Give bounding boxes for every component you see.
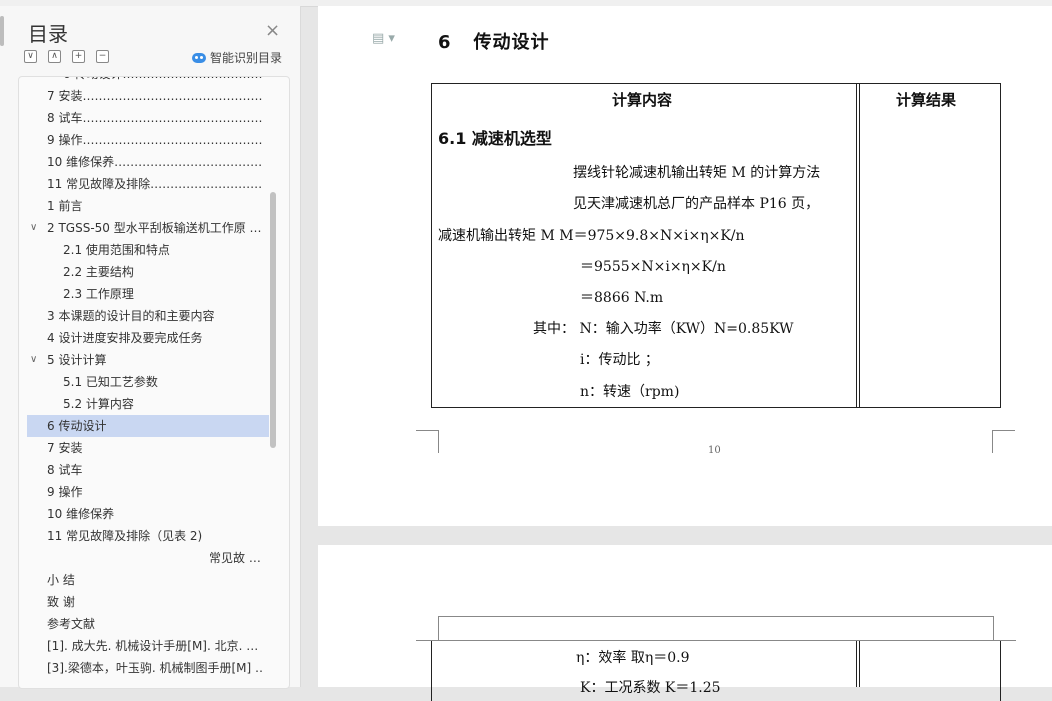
toc-scrollbar[interactable] <box>270 192 276 448</box>
calc-line: n：转速（rpm) <box>580 384 680 400</box>
toc-item-label: 2.1 使用范围和特点 <box>63 243 170 257</box>
toc-item-label: 11 常见故障及排除（见表 2) <box>47 529 203 543</box>
toc-item[interactable]: 4 设计进度安排及要完成任务 <box>27 327 263 349</box>
page-corner-mark <box>416 430 439 453</box>
toc-item[interactable]: 3 本课题的设计目的和主要内容 <box>27 305 263 327</box>
calc-line: 摆线针轮减速机输出转矩 M 的计算方法 <box>573 165 821 181</box>
toc-item-label: 9 操作 <box>47 485 83 499</box>
toc-item-label: 参考文献 <box>47 617 96 631</box>
collapse-all-icon[interactable]: ∨ <box>24 50 37 63</box>
toc-item-label: 11 常见故障及排除……………………………… … <box>47 177 263 191</box>
toc-item[interactable]: 常见故 … <box>27 547 263 569</box>
toc-item[interactable]: ∨ 2 TGSS-50 型水平刮板输送机工作原 … <box>27 217 263 239</box>
calc-line: K：工况系数 K＝1.25 <box>580 680 721 696</box>
toc-item-label: [3].梁德本，叶玉驹. 机械制图手册[M] … <box>47 661 263 675</box>
subheading: 6.1 减速机选型 <box>438 129 552 148</box>
toc-item[interactable]: 7 安装……………………………………………… … <box>27 85 263 107</box>
toc-list[interactable]: 6 传动设计……………………………………… … 7 安装…………………………………… <box>18 76 290 689</box>
toc-item[interactable]: 2.2 主要结构 <box>27 261 263 283</box>
toc-item[interactable]: 7 安装 <box>27 437 263 459</box>
toc-item[interactable]: 10 维修保养……………………………………… … <box>27 151 263 173</box>
smart-recognize-label: 智能识别目录 <box>210 51 283 65</box>
page-number: 10 <box>708 445 721 456</box>
toc-item-label: 致 谢 <box>47 595 75 609</box>
toc-item-label: 10 维修保养 <box>47 507 115 521</box>
toc-item-label: 2.2 主要结构 <box>63 265 134 279</box>
toc-item[interactable]: 参考文献 <box>27 613 263 635</box>
smart-robot-icon <box>192 52 206 63</box>
toc-item[interactable]: 小 结 <box>27 569 263 591</box>
toc-item[interactable]: 5.1 已知工艺参数 <box>27 371 263 393</box>
heading-text: 传动设计 <box>473 32 550 53</box>
calc-line: ＝9555×N×i×η×K/n <box>580 259 726 275</box>
toc-panel: 目录 × ∨ ∧ + − 智能识别目录 6 传动设计……………………………………… <box>0 6 301 689</box>
toc-item-label: 9 操作……………………………………………… … <box>47 133 263 147</box>
toc-item[interactable]: 1 前言 <box>27 195 263 217</box>
toc-item-label: [1]. 成大先. 机械设计手册[M]. 北京. … <box>47 639 259 653</box>
page-corner-mark <box>992 430 1015 453</box>
toc-item[interactable]: [3].梁德本，叶玉驹. 机械制图手册[M] … <box>27 657 263 679</box>
add-level-icon[interactable]: + <box>72 50 85 63</box>
panel-edge-handle[interactable] <box>0 16 4 46</box>
col-header-result: 计算结果 <box>896 91 957 109</box>
calc-line: ＝8866 N.m <box>580 290 664 306</box>
heading-number: 6 <box>438 32 452 53</box>
toc-item-label: 2.3 工作原理 <box>63 287 134 301</box>
toc-item-label: 6 传动设计 <box>47 419 107 433</box>
document-icon[interactable]: ▤ ▾ <box>372 31 395 46</box>
toc-item-label: 7 安装 <box>47 441 83 455</box>
toc-item[interactable]: ∨ 5 设计计算 <box>27 349 263 371</box>
smart-recognize-button[interactable]: 智能识别目录 <box>192 49 282 66</box>
toc-item[interactable]: [1]. 成大先. 机械设计手册[M]. 北京. … <box>27 635 263 657</box>
toc-item-label: 5.1 已知工艺参数 <box>63 375 158 389</box>
calc-line: 其中： N：输入功率（KW）N=0.85KW <box>533 321 794 337</box>
toc-item-label: 小 结 <box>47 573 75 587</box>
toc-item-label: 2 TGSS-50 型水平刮板输送机工作原 … <box>47 221 262 235</box>
toc-item-label: 3 本课题的设计目的和主要内容 <box>47 309 215 323</box>
calc-line: i：传动比 ； <box>580 352 659 368</box>
close-icon[interactable]: × <box>265 20 280 41</box>
toc-item[interactable]: 6 传动设计 <box>27 415 269 437</box>
toc-item-label: 6 传动设计……………………………………… … <box>63 77 263 85</box>
toc-item[interactable]: 11 常见故障及排除（见表 2) <box>27 525 263 547</box>
table-divider <box>856 83 857 407</box>
calc-line: 见天津减速机总厂的产品样本 P16 页， <box>573 196 820 212</box>
toc-item-label: 8 试车……………………………………………… … <box>47 111 263 125</box>
toc-item[interactable]: 致 谢 <box>27 591 263 613</box>
toc-item-label: 5.2 计算内容 <box>63 397 134 411</box>
toc-item[interactable]: 9 操作……………………………………………… … <box>27 129 263 151</box>
toc-item[interactable]: 5.2 计算内容 <box>27 393 263 415</box>
toc-item-label: 5 设计计算 <box>47 353 107 367</box>
toc-item[interactable]: 2.1 使用范围和特点 <box>27 239 263 261</box>
toc-item-label: 7 安装……………………………………………… … <box>47 89 263 103</box>
calc-line: 减速机输出转矩 M M＝975×9.8×N×i×η×K/n <box>438 228 745 244</box>
toc-item-label: 4 设计进度安排及要完成任务 <box>47 331 203 345</box>
calc-line: η：效率 取η＝0.9 <box>576 650 690 666</box>
toc-item[interactable]: 11 常见故障及排除……………………………… … <box>27 173 263 195</box>
expand-chevron-icon[interactable]: ∨ <box>30 217 37 239</box>
remove-level-icon[interactable]: − <box>96 50 109 63</box>
toc-title: 目录 <box>28 22 68 46</box>
table-divider <box>859 641 860 687</box>
toc-item-label: 8 试车 <box>47 463 83 477</box>
page2-header-box <box>438 616 994 641</box>
table-divider <box>859 83 860 407</box>
table-divider <box>856 641 857 687</box>
toc-item[interactable]: 10 维修保养 <box>27 503 263 525</box>
toc-item-label: 1 前言 <box>47 199 83 213</box>
toc-item[interactable]: 6 传动设计……………………………………… … <box>27 77 263 85</box>
expand-chevron-icon[interactable]: ∨ <box>30 349 37 371</box>
toc-item[interactable]: 9 操作 <box>27 481 263 503</box>
col-header-content: 计算内容 <box>612 91 673 109</box>
toc-item-label: 常见故 … <box>209 551 261 565</box>
expand-up-icon[interactable]: ∧ <box>48 50 61 63</box>
toc-item[interactable]: 2.3 工作原理 <box>27 283 263 305</box>
toc-item[interactable]: 8 试车……………………………………………… … <box>27 107 263 129</box>
section-heading: 6 传动设计 <box>438 28 550 54</box>
toc-item[interactable]: 8 试车 <box>27 459 263 481</box>
toc-item-label: 10 维修保养……………………………………… … <box>47 155 263 169</box>
